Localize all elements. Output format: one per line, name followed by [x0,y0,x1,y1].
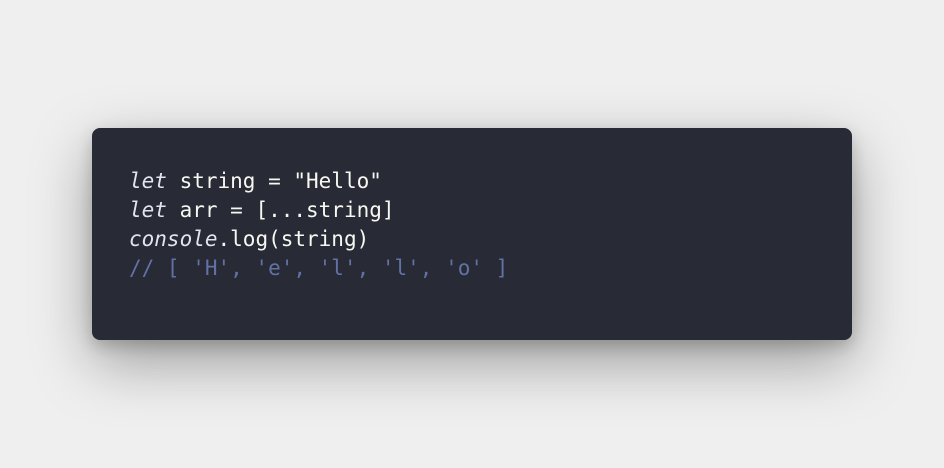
variable-name: string [166,169,256,193]
keyword-let: let [129,198,167,222]
assignment-operator: = [255,169,294,193]
code-line-1: let string = "Hello" [129,167,852,196]
code-line-2: let arr = [...string] [129,196,852,225]
code-snippet-window: let string = "Hello" let arr = [...strin… [92,128,852,340]
assignment-operator: = [217,198,256,222]
string-literal: "Hello" [293,169,382,193]
code-line-3: console.log(string) [129,225,852,254]
code-line-4: // [ 'H', 'e', 'l', 'l', 'o' ] [129,254,852,283]
spread-expression: [...string] [255,198,395,222]
code-comment: // [ 'H', 'e', 'l', 'l', 'o' ] [129,256,509,280]
log-call: .log(string) [217,227,370,251]
console-object: console [129,227,218,251]
keyword-let: let [129,169,167,193]
variable-name: arr [166,198,218,222]
